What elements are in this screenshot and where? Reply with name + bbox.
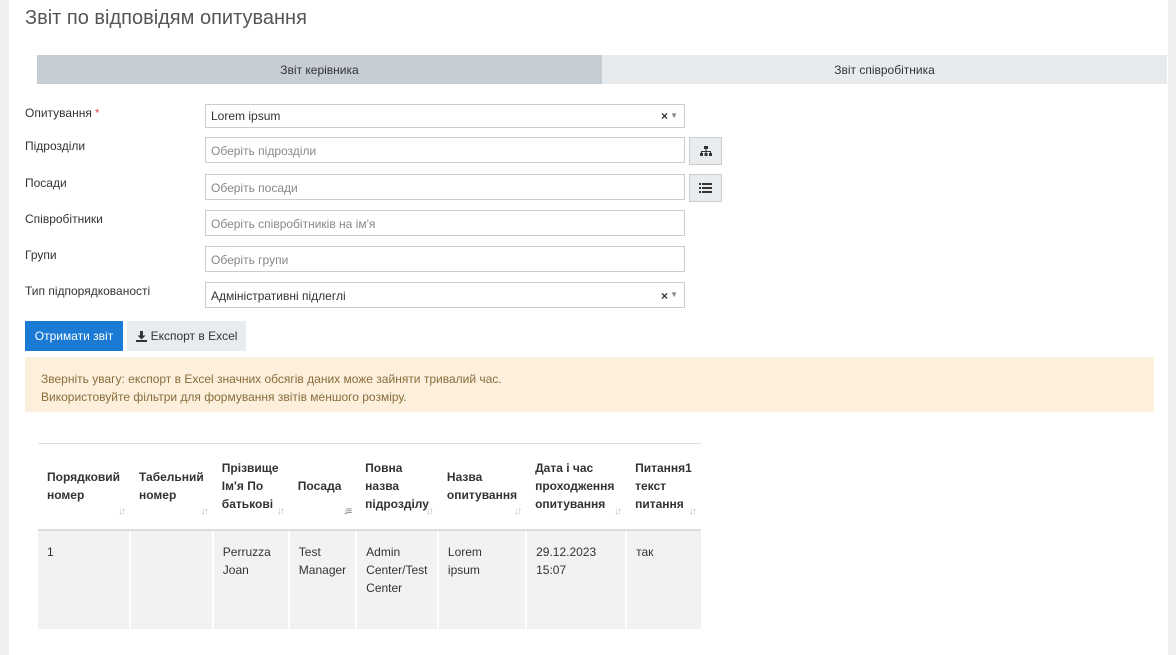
table-cell: 1 <box>38 529 130 629</box>
groups-label: Групи <box>25 248 57 262</box>
employees-row: Співробітники Оберіть співробітників на … <box>25 210 725 238</box>
employees-input[interactable]: Оберіть співробітників на ім'я <box>205 210 685 236</box>
tab-manager-report[interactable]: Звіт керівника <box>37 55 602 84</box>
departments-row: Підрозділи Оберіть підрозділи <box>25 137 725 165</box>
employees-label: Співробітники <box>25 212 103 226</box>
tab-employee-report[interactable]: Звіт співробітника <box>602 55 1167 84</box>
table-cell: 29.12.2023 15:07 <box>525 529 627 629</box>
list-icon <box>699 183 712 193</box>
alert-line-2: Використовуйте фільтри для формування зв… <box>41 390 407 404</box>
groups-input[interactable]: Оберіть групи <box>205 246 685 272</box>
subordination-select-value: Адміністративні підлеглі <box>211 289 346 303</box>
sort-icon[interactable]: ↓↑ <box>514 503 522 521</box>
page-title: Звіт по відповідям опитування <box>25 7 307 29</box>
column-header-full-name[interactable]: Прізвище Ім'я По батькові ↓↑ <box>212 443 289 531</box>
sort-icon[interactable]: ↓↑ <box>201 503 209 521</box>
table-cell: Lorem ipsum <box>436 529 527 629</box>
departments-label: Підрозділи <box>25 139 86 153</box>
positions-input[interactable]: Оберіть посади <box>205 174 685 200</box>
page-content: Звіт по відповідям опитування Звіт керів… <box>9 0 1168 655</box>
column-header-question-1[interactable]: Питання1 текст питання ↓↑ <box>626 443 701 531</box>
sort-icon[interactable]: ↓↑ <box>118 503 126 521</box>
column-header-date-time[interactable]: Дата і час проходження опитування ↓↑ <box>526 443 627 531</box>
required-mark: * <box>94 106 100 120</box>
export-excel-button[interactable]: Експорт в Excel <box>127 321 246 351</box>
groups-row: Групи Оберіть групи <box>25 246 725 274</box>
survey-row: Опитування * Lorem ipsum × ▼ <box>25 104 725 132</box>
table-cell: Admin Center/Test Center <box>355 529 438 629</box>
column-header-survey-name[interactable]: Назва опитування ↓↑ <box>437 443 527 531</box>
table-cell: Perruzza Joan <box>211 529 289 629</box>
alert-line-1: Зверніть увагу: експорт в Excel значних … <box>41 372 502 386</box>
warning-alert: Зверніть увагу: експорт в Excel значних … <box>25 357 1154 412</box>
export-excel-label: Експорт в Excel <box>150 329 238 343</box>
survey-select-value: Lorem ipsum <box>211 109 281 123</box>
departments-input[interactable]: Оберіть підрозділи <box>205 137 685 163</box>
positions-row: Посади Оберіть посади <box>25 174 725 202</box>
positions-label: Посади <box>25 176 67 190</box>
get-report-button[interactable]: Отримати звіт <box>25 321 123 351</box>
employees-placeholder: Оберіть співробітників на ім'я <box>211 217 376 231</box>
clear-icon[interactable]: × <box>661 283 668 309</box>
table-cell <box>129 529 213 629</box>
sitemap-icon <box>699 145 712 156</box>
survey-select[interactable]: Lorem ipsum × ▼ <box>205 104 685 128</box>
table-cell: так <box>625 529 701 629</box>
column-header-position[interactable]: Посада ↓≡ <box>288 443 357 531</box>
sort-icon[interactable]: ↓↑ <box>614 503 622 521</box>
positions-list-button[interactable] <box>689 174 722 202</box>
subordination-row: Тип підпорядкованості Адміністративні пі… <box>25 282 725 310</box>
chevron-down-icon: ▼ <box>670 290 678 299</box>
sort-icon[interactable]: ↓↑ <box>689 503 697 521</box>
sort-desc-icon[interactable]: ↓≡ <box>343 503 352 521</box>
table-header-row: Порядковий номер ↓↑ Табельний номер ↓↑ Прі… <box>38 443 701 531</box>
chevron-down-icon: ▼ <box>670 111 678 120</box>
table-row: 1 Perruzza Joan Test Manager Admin Cente… <box>38 529 701 629</box>
departments-placeholder: Оберіть підрозділи <box>211 144 317 158</box>
sort-icon[interactable]: ↓↑ <box>426 503 434 521</box>
report-tabs: Звіт керівника Звіт співробітника <box>37 55 1167 84</box>
clear-icon[interactable]: × <box>661 105 668 128</box>
subordination-select[interactable]: Адміністративні підлеглі × ▼ <box>205 282 685 308</box>
positions-placeholder: Оберіть посади <box>211 181 298 195</box>
sort-icon[interactable]: ↓↑ <box>277 503 285 521</box>
subordination-label: Тип підпорядкованості <box>25 284 151 298</box>
survey-label: Опитування * <box>25 106 100 120</box>
column-header-order-number[interactable]: Порядковий номер ↓↑ <box>38 443 130 531</box>
column-header-employee-number[interactable]: Табельний номер ↓↑ <box>130 443 213 531</box>
org-tree-button[interactable] <box>689 137 722 165</box>
groups-placeholder: Оберіть групи <box>211 253 289 267</box>
column-header-department[interactable]: Повна назва підрозділу ↓↑ <box>356 443 438 531</box>
report-table: Порядковий номер ↓↑ Табельний номер ↓↑ Прі… <box>38 443 701 629</box>
download-icon <box>135 330 147 342</box>
table-cell: Test Manager <box>287 529 357 629</box>
